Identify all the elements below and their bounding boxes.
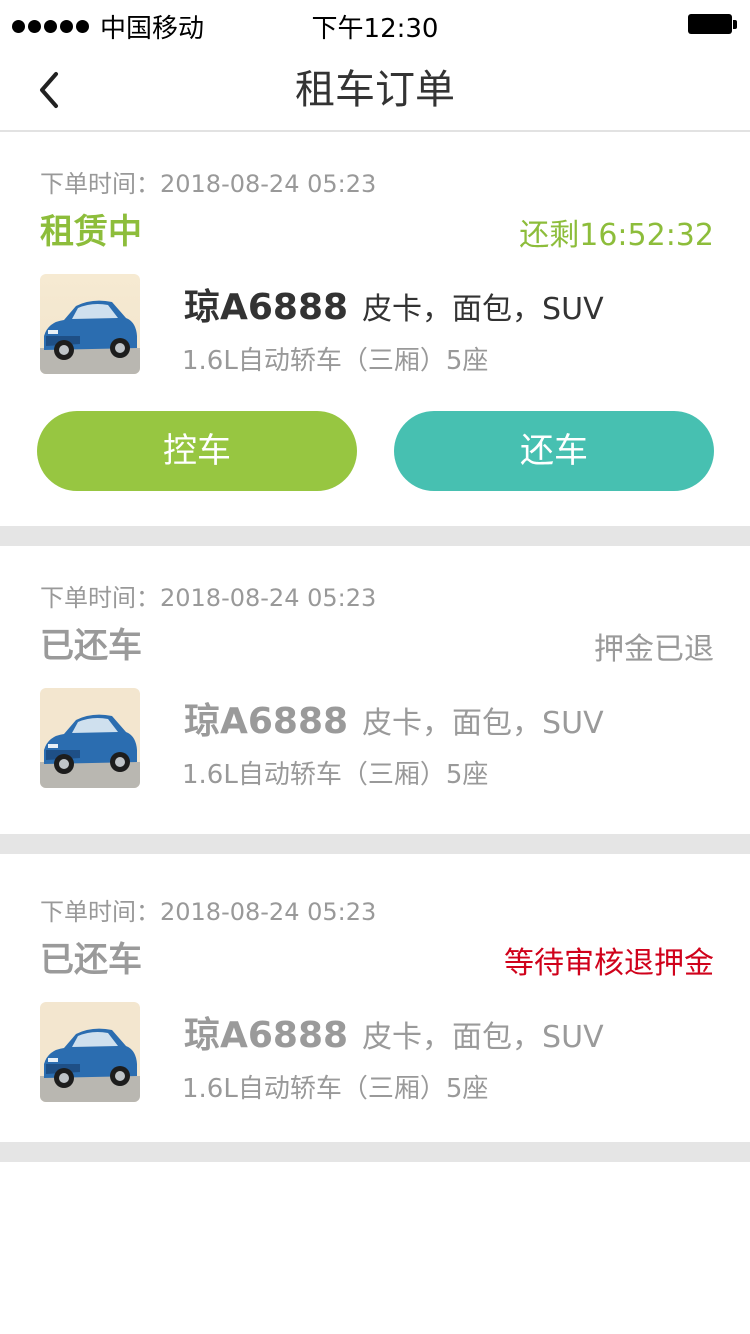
order-card[interactable]: 下单时间：2018-08-24 05:23 已还车 押金已退 琼A6888 皮卡…: [0, 546, 750, 834]
car-info: 琼A6888 皮卡，面包，SUV: [184, 278, 604, 330]
status-bar: 中国移动 下午12:30: [0, 0, 750, 50]
battery-icon: [688, 14, 738, 34]
car-spec: 1.6L自动轿车（三厢）5座: [182, 1074, 489, 1104]
car-info: 琼A6888 皮卡，面包，SUV: [184, 1006, 604, 1058]
nav-bar: 租车订单: [0, 50, 750, 132]
car-plate: 琼A6888: [184, 701, 349, 742]
order-time: 下单时间：2018-08-24 05:23: [40, 170, 377, 198]
remaining-time: 还剩16:52:32: [519, 218, 714, 253]
order-time: 下单时间：2018-08-24 05:23: [40, 584, 377, 612]
car-type: 皮卡，面包，SUV: [362, 706, 604, 741]
car-plate: 琼A6888: [184, 1015, 349, 1056]
order-status: 已还车: [40, 940, 142, 980]
car-thumbnail: [40, 274, 140, 374]
order-card[interactable]: 下单时间：2018-08-24 05:23 租赁中 还剩16:52:32 琼A6…: [0, 132, 750, 526]
car-thumbnail: [40, 1002, 140, 1102]
car-plate: 琼A6888: [184, 287, 349, 328]
order-status: 已还车: [40, 626, 142, 666]
car-thumbnail: [40, 688, 140, 788]
page-title: 租车订单: [295, 67, 455, 113]
car-type: 皮卡，面包，SUV: [362, 1020, 604, 1055]
status-time: 下午12:30: [311, 14, 439, 44]
order-card[interactable]: 下单时间：2018-08-24 05:23 已还车 等待审核退押金 琼A6888…: [0, 854, 750, 1142]
control-car-button[interactable]: 控车: [37, 411, 357, 491]
return-car-button[interactable]: 还车: [394, 411, 714, 491]
card-separator: [0, 526, 750, 546]
deposit-status: 等待审核退押金: [504, 946, 714, 981]
deposit-status: 押金已退: [594, 632, 714, 667]
car-spec: 1.6L自动轿车（三厢）5座: [182, 760, 489, 790]
car-info: 琼A6888 皮卡，面包，SUV: [184, 692, 604, 744]
order-status: 租赁中: [40, 212, 142, 252]
card-separator: [0, 1142, 750, 1162]
car-type: 皮卡，面包，SUV: [362, 292, 604, 327]
order-time: 下单时间：2018-08-24 05:23: [40, 898, 377, 926]
car-spec: 1.6L自动轿车（三厢）5座: [182, 346, 489, 376]
card-separator: [0, 834, 750, 854]
